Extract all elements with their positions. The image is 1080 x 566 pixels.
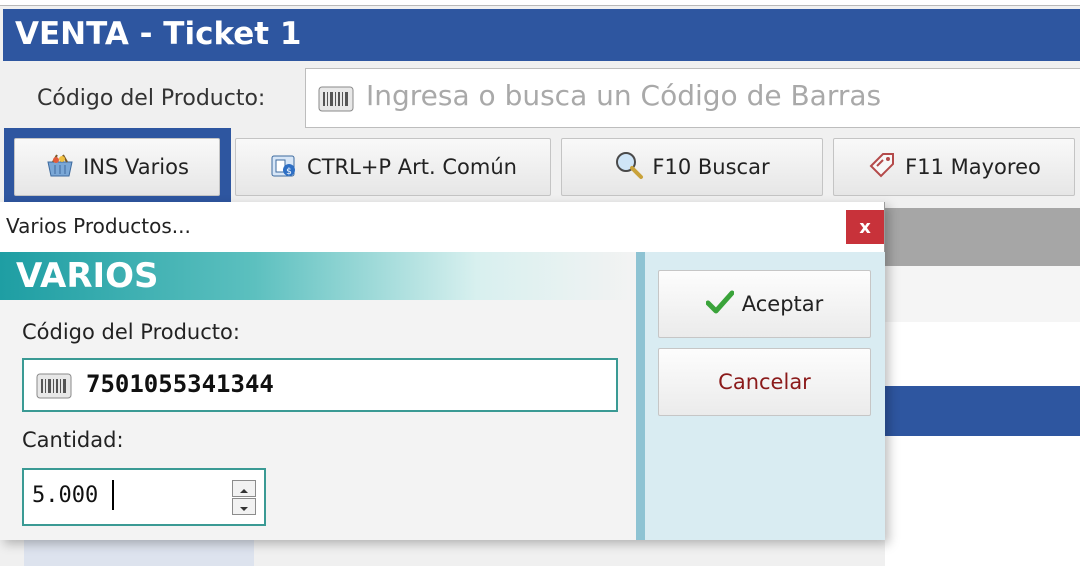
quantity-stepper[interactable]: 5.000 xyxy=(22,468,266,526)
checkmark-icon xyxy=(705,290,735,319)
buscar-button[interactable]: F10 Buscar xyxy=(561,138,823,196)
quantity-increment-button[interactable] xyxy=(232,480,256,497)
barcode-search-placeholder: Ingresa o busca un Código de Barras xyxy=(366,79,882,112)
magnifier-icon xyxy=(614,150,644,185)
quantity-decrement-button[interactable] xyxy=(232,498,256,515)
barcode-icon xyxy=(318,86,354,116)
cancel-label: Cancelar xyxy=(718,370,811,394)
ticket-table-area xyxy=(885,266,1080,386)
title-bar: VENTA - Ticket 1 xyxy=(3,9,1080,61)
text-caret xyxy=(112,480,114,510)
close-icon: x xyxy=(859,216,871,238)
price-tag-icon xyxy=(867,150,897,185)
chevron-up-icon xyxy=(239,479,249,498)
ticket-table-row xyxy=(885,322,1080,386)
buscar-label: F10 Buscar xyxy=(652,155,770,179)
product-code-label: Código del Producto: xyxy=(37,86,266,111)
mayoreo-label: F11 Mayoreo xyxy=(905,155,1041,179)
ticket-selected-row xyxy=(885,386,1080,436)
svg-text:$: $ xyxy=(286,167,292,177)
basket-icon xyxy=(45,152,75,183)
left-panel-edge xyxy=(0,540,24,566)
barcode-search-input[interactable]: Ingresa o busca un Código de Barras xyxy=(305,68,1080,128)
dialog-form-panel: VARIOS Código del Producto: 750105534134… xyxy=(0,252,636,540)
varios-banner: VARIOS xyxy=(0,252,636,300)
product-box-icon: $ xyxy=(269,151,299,184)
window-title: VENTA - Ticket 1 xyxy=(15,16,302,52)
accept-button[interactable]: Aceptar xyxy=(658,270,871,338)
dialog-code-value: 7501055341344 xyxy=(86,370,274,398)
ins-varios-label: INS Varios xyxy=(83,155,189,179)
left-panel-strip xyxy=(24,540,254,566)
close-button[interactable]: x xyxy=(846,210,884,244)
quantity-value: 5.000 xyxy=(32,483,99,508)
varios-heading: VARIOS xyxy=(16,256,159,296)
art-comun-button[interactable]: $ CTRL+P Art. Común xyxy=(235,138,551,196)
quantity-label: Cantidad: xyxy=(22,428,124,452)
window-top-border xyxy=(0,0,1080,6)
cancel-button[interactable]: Cancelar xyxy=(658,348,871,416)
ins-varios-button[interactable]: INS Varios xyxy=(14,138,220,196)
art-comun-label: CTRL+P Art. Común xyxy=(307,155,517,179)
ticket-table-body xyxy=(885,436,1080,566)
varios-dialog: Varios Productos... x VARIOS Código del … xyxy=(0,202,885,540)
dialog-actions-panel: Aceptar Cancelar xyxy=(645,252,885,540)
dialog-divider xyxy=(636,252,645,540)
barcode-icon xyxy=(36,373,72,403)
ticket-table-header xyxy=(885,208,1080,266)
chevron-down-icon xyxy=(239,497,249,516)
accept-label: Aceptar xyxy=(741,292,824,316)
mayoreo-button[interactable]: F11 Mayoreo xyxy=(833,138,1075,196)
dialog-code-input[interactable]: 7501055341344 xyxy=(22,358,618,412)
dialog-title: Varios Productos... xyxy=(6,214,191,238)
dialog-code-label: Código del Producto: xyxy=(22,320,240,344)
